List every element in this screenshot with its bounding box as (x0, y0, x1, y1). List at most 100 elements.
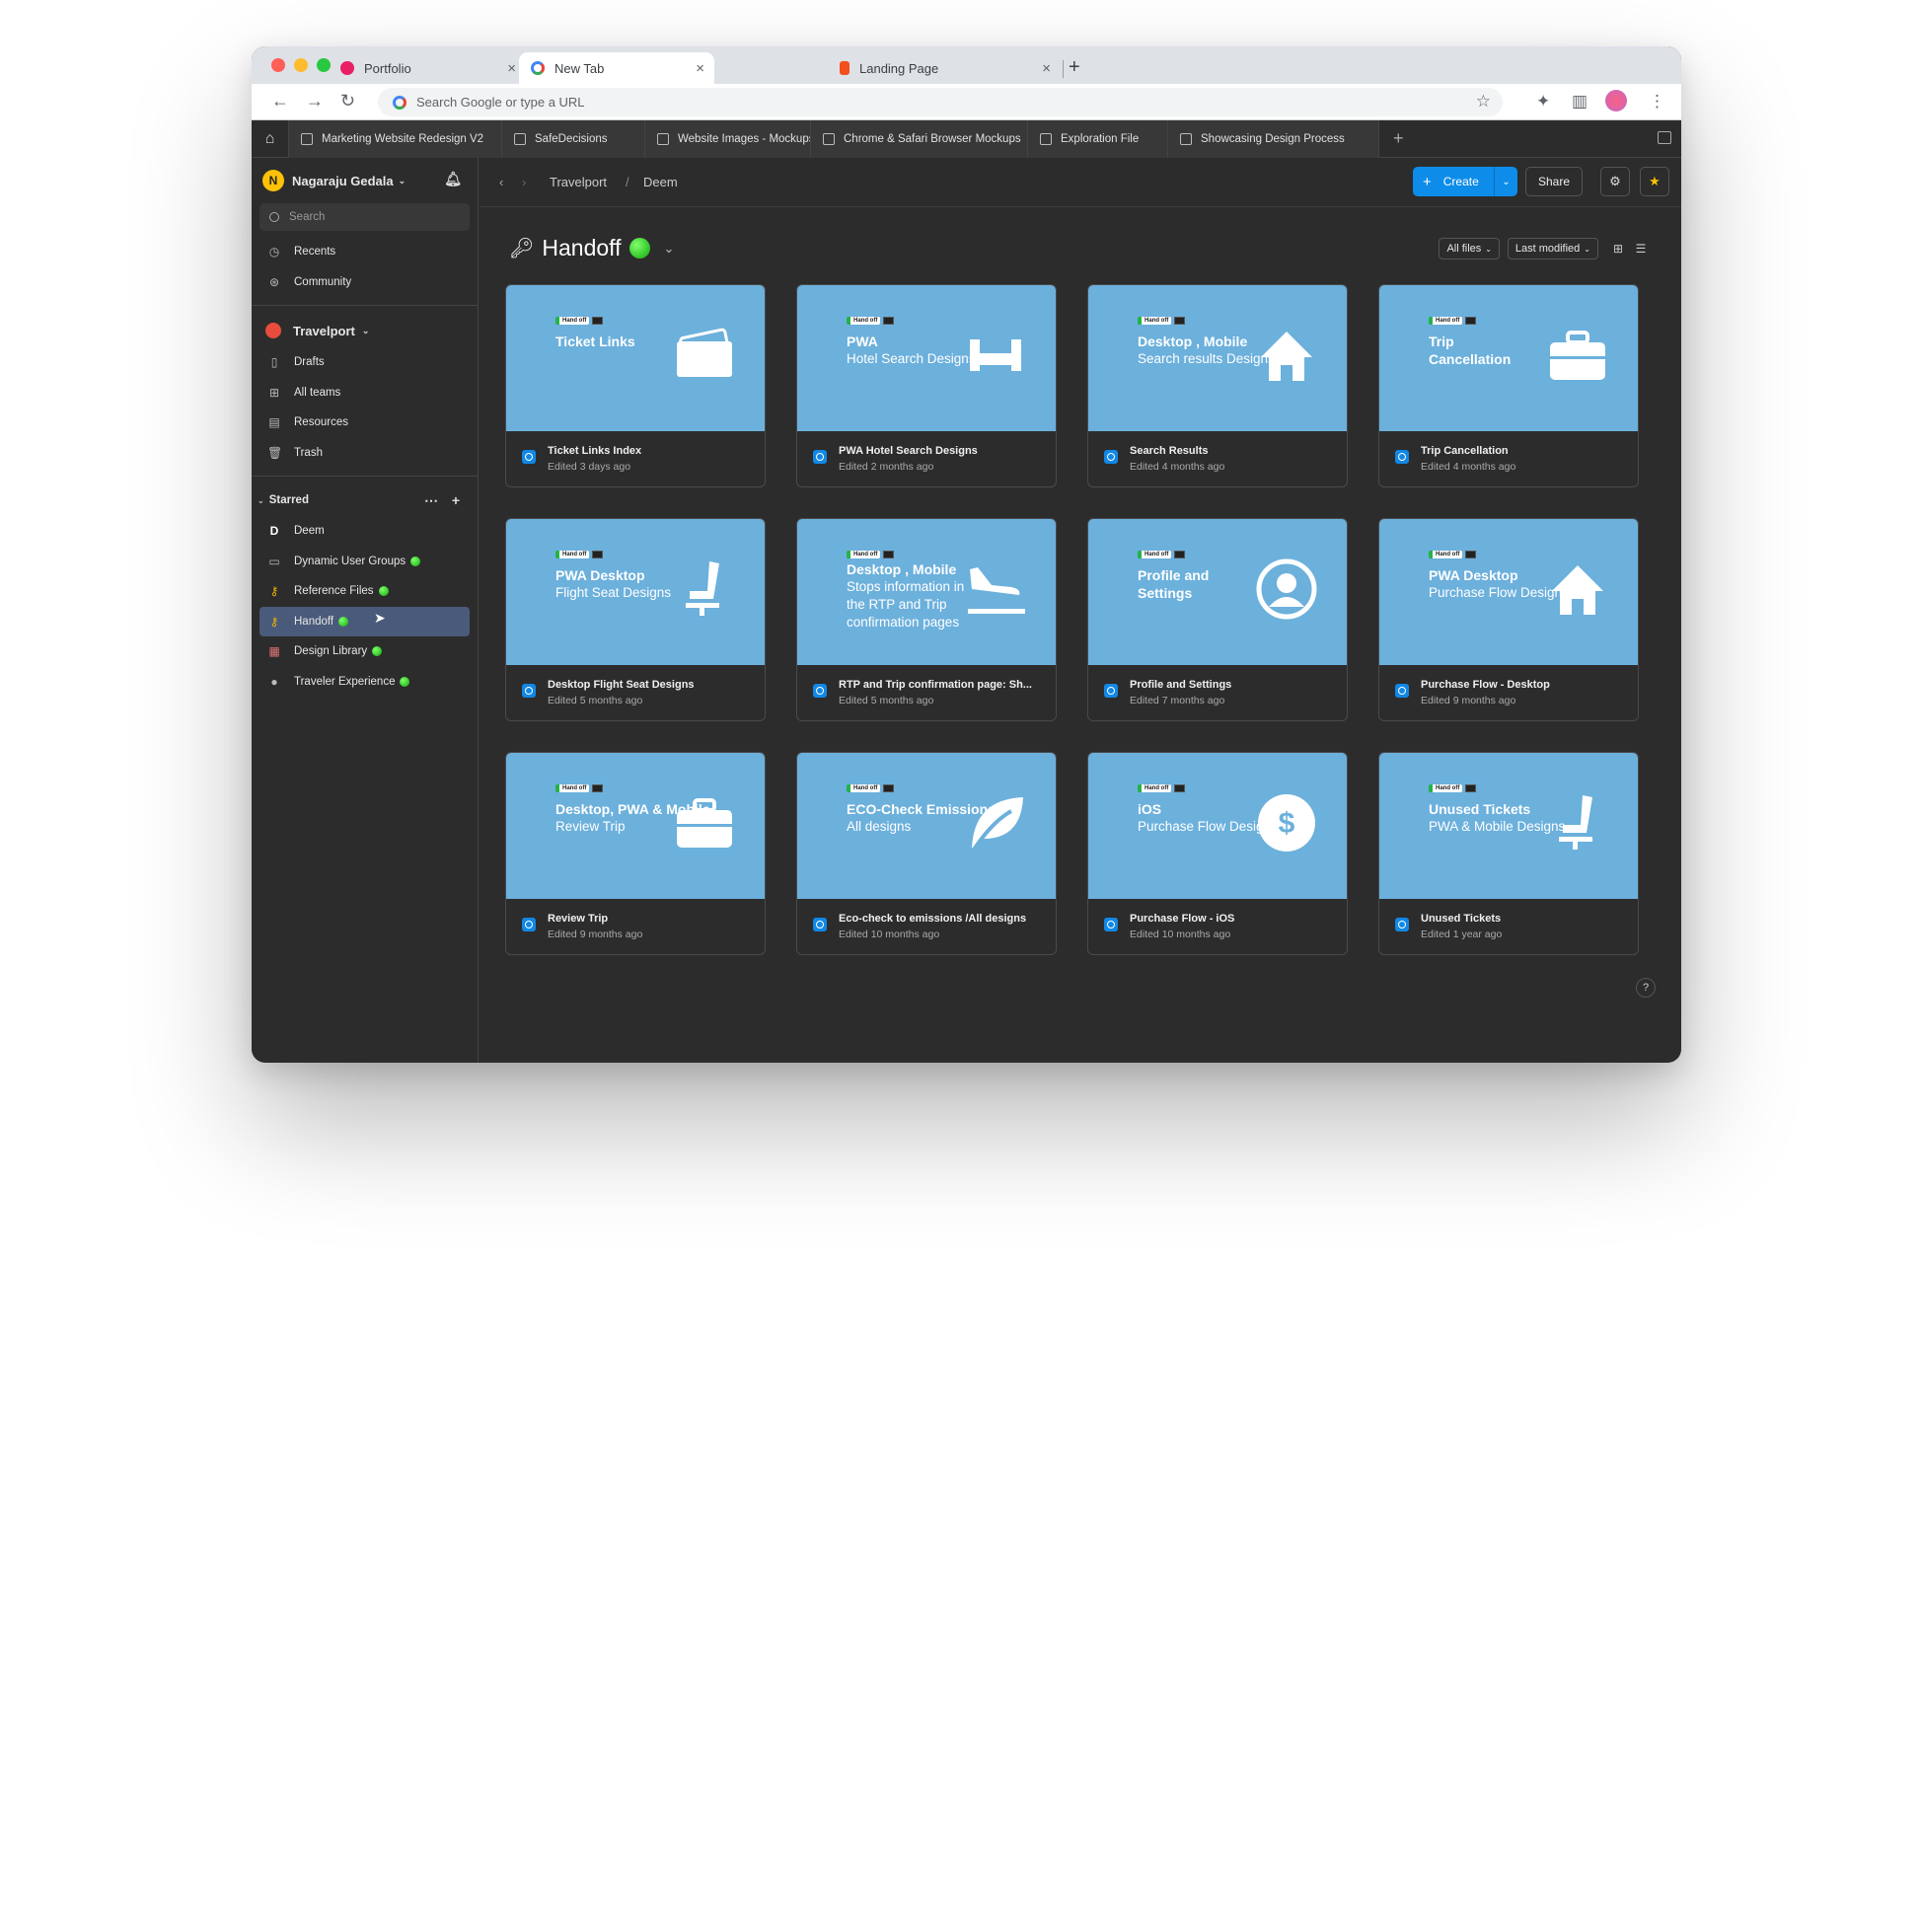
adjust-icon[interactable]: ⚙︎ (1600, 167, 1630, 196)
figma-file-icon (522, 918, 536, 931)
browser-tab-portfolio[interactable]: Portfolio × (329, 52, 526, 84)
file-tab[interactable]: Website Images - Mockups (645, 119, 811, 158)
file-card[interactable]: Hand off Desktop, PWA & Mobile Review Tr… (505, 752, 766, 955)
forward-icon[interactable]: › (522, 175, 526, 189)
sidebar-item-all-teams[interactable]: ⊞ All teams (252, 378, 478, 409)
file-edited: Edited 3 days ago (548, 461, 631, 473)
starred-item-deem[interactable]: D Deem (252, 516, 478, 547)
starred-item-reference-files[interactable]: ⚷ Reference Files (252, 576, 478, 607)
dribbble-icon (340, 61, 354, 75)
breadcrumb-separator: / (626, 175, 629, 189)
file-tab[interactable]: Marketing Website Redesign V2 (289, 119, 502, 158)
file-card[interactable]: Hand off PWA Desktop Purchase Flow Desig… (1378, 518, 1639, 721)
close-window-button[interactable] (271, 58, 285, 72)
file-meta: PWA Hotel Search Designs Edited 2 months… (797, 431, 1056, 486)
bookmark-star-icon[interactable]: ☆ (1476, 92, 1491, 111)
favorite-star-icon[interactable]: ★ (1640, 167, 1669, 196)
reload-icon[interactable]: ↻ (340, 91, 355, 111)
close-tab-icon[interactable]: × (696, 60, 704, 77)
sidebar-item-label: Reference Files (294, 585, 374, 598)
ticket-icon (670, 321, 739, 390)
notification-bell-icon[interactable]: 🔔︎ (444, 171, 462, 187)
file-card[interactable]: Hand off Unused Tickets PWA & Mobile Des… (1378, 752, 1639, 955)
profile-avatar[interactable] (1605, 90, 1627, 111)
window-icon[interactable] (1658, 131, 1671, 144)
sidebar-item-label: Trash (294, 446, 323, 459)
add-icon[interactable]: + (452, 492, 462, 508)
create-button[interactable]: + Create ⌄ (1413, 167, 1517, 196)
file-card[interactable]: Hand off Trip Cancellation Trip Cancella… (1378, 284, 1639, 487)
search-input[interactable]: Search (259, 203, 470, 231)
sidebar-item-trash[interactable]: 🗑︎ Trash (252, 438, 478, 469)
team-switcher[interactable]: Travelport ⌄ (252, 314, 478, 347)
seat-icon (670, 555, 739, 624)
breadcrumb-deem[interactable]: Deem (643, 175, 678, 189)
desktop-icon (1465, 551, 1477, 558)
file-card[interactable]: Hand off PWA Hotel Search Designs PWA Ho… (796, 284, 1057, 487)
extensions-icon[interactable]: ✦ (1536, 92, 1550, 111)
url-input[interactable]: Search Google or type a URL ☆ (378, 88, 1503, 116)
starred-item-design-library[interactable]: ▦ Design Library (252, 636, 478, 667)
file-card[interactable]: Hand off Desktop , Mobile Stops informat… (796, 518, 1057, 721)
help-button[interactable]: ? (1636, 978, 1656, 998)
file-thumbnail: Hand off PWA Desktop Flight Seat Designs (506, 519, 765, 665)
file-card[interactable]: Hand off PWA Desktop Flight Seat Designs… (505, 518, 766, 721)
sidebar-item-resources[interactable]: ▤ Resources (252, 408, 478, 438)
file-tab[interactable]: Chrome & Safari Browser Mockups (811, 119, 1028, 158)
sidebar-item-recents[interactable]: ◷ Recents (252, 237, 478, 267)
close-tab-icon[interactable]: × (507, 60, 516, 77)
menu-kebab-icon[interactable]: ⋮ (1649, 92, 1665, 111)
magnifier-icon: ● (270, 674, 278, 689)
deem-logo-icon: D (269, 524, 279, 539)
back-icon[interactable]: ‹ (499, 175, 503, 189)
file-edited: Edited 7 months ago (1130, 695, 1225, 706)
file-name: Desktop Flight Seat Designs (548, 679, 695, 691)
forward-icon[interactable]: → (306, 91, 324, 111)
sidebar-item-drafts[interactable]: ▯ Drafts (252, 347, 478, 378)
back-icon[interactable]: ← (271, 91, 289, 111)
starred-header[interactable]: ⌄ Starred ⋯ + (252, 484, 478, 516)
file-thumbnail: Hand off PWA Desktop Purchase Flow Desig… (1379, 519, 1638, 665)
sort-dropdown[interactable]: Last modified ⌄ (1507, 238, 1598, 260)
handoff-badge: Hand off (1429, 551, 1477, 558)
page-title[interactable]: 🔑︎ Handoff ⌄ (509, 235, 674, 261)
desktop-icon (1174, 317, 1186, 325)
browser-tab-landing-page[interactable]: Landing Page × (828, 52, 1061, 84)
main-content: ‹ › Travelport / Deem + Create ⌄ Share ⚙… (480, 158, 1681, 1063)
breadcrumb-travelport[interactable]: Travelport (550, 175, 607, 189)
file-card[interactable]: Hand off Ticket Links Ticket Links Index… (505, 284, 766, 487)
file-card[interactable]: Hand off iOS Purchase Flow Designs $ Pur… (1087, 752, 1348, 955)
file-tab-label: Chrome & Safari Browser Mockups (844, 132, 1021, 145)
file-tab[interactable]: Exploration File (1028, 119, 1168, 158)
starred-item-handoff[interactable]: ⚷ Handoff ➤ (259, 606, 470, 636)
chevron-down-icon[interactable]: ⌄ (1494, 167, 1517, 196)
new-tab-button[interactable]: + (1069, 56, 1080, 79)
share-button[interactable]: Share (1525, 167, 1583, 196)
file-card[interactable]: Hand off Desktop , Mobile Search results… (1087, 284, 1348, 487)
grid-view-icon[interactable]: ⊞ (1609, 240, 1627, 258)
svg-text:$: $ (1279, 807, 1295, 840)
file-tab[interactable]: SafeDecisions (502, 119, 645, 158)
side-panel-icon[interactable]: ▥ (1572, 92, 1588, 111)
more-icon[interactable]: ⋯ (424, 492, 440, 508)
sidebar-item-community[interactable]: ⊛ Community (252, 267, 478, 298)
list-view-icon[interactable]: ☰ (1632, 240, 1650, 258)
file-icon (823, 132, 835, 145)
account-switcher[interactable]: N Nagaraju Gedala ⌄ 🔔︎ (252, 158, 478, 203)
file-tab[interactable]: Showcasing Design Process (1168, 119, 1379, 158)
browser-tab-new-tab[interactable]: New Tab × (519, 52, 714, 84)
home-icon[interactable]: ⌂ (252, 119, 289, 158)
handoff-badge: Hand off (1429, 317, 1477, 325)
file-name: RTP and Trip confirmation page: Sh... (839, 679, 1032, 691)
close-tab-icon[interactable]: × (1042, 60, 1051, 77)
minimize-window-button[interactable] (294, 58, 308, 72)
starred-item-dynamic-user-groups[interactable]: ▭ Dynamic User Groups (252, 547, 478, 577)
starred-item-traveler-experience[interactable]: ● Traveler Experience (252, 667, 478, 698)
handoff-badge-label: Hand off (1138, 317, 1172, 325)
add-file-tab-button[interactable]: + (1393, 128, 1404, 149)
file-tab-label: SafeDecisions (535, 132, 608, 145)
file-type-filter[interactable]: All files ⌄ (1439, 238, 1500, 260)
file-card[interactable]: Hand off ECO-Check Emissions All designs… (796, 752, 1057, 955)
file-card[interactable]: Hand off Profile and Settings Profile an… (1087, 518, 1348, 721)
file-thumbnail: Hand off Ticket Links (506, 285, 765, 431)
